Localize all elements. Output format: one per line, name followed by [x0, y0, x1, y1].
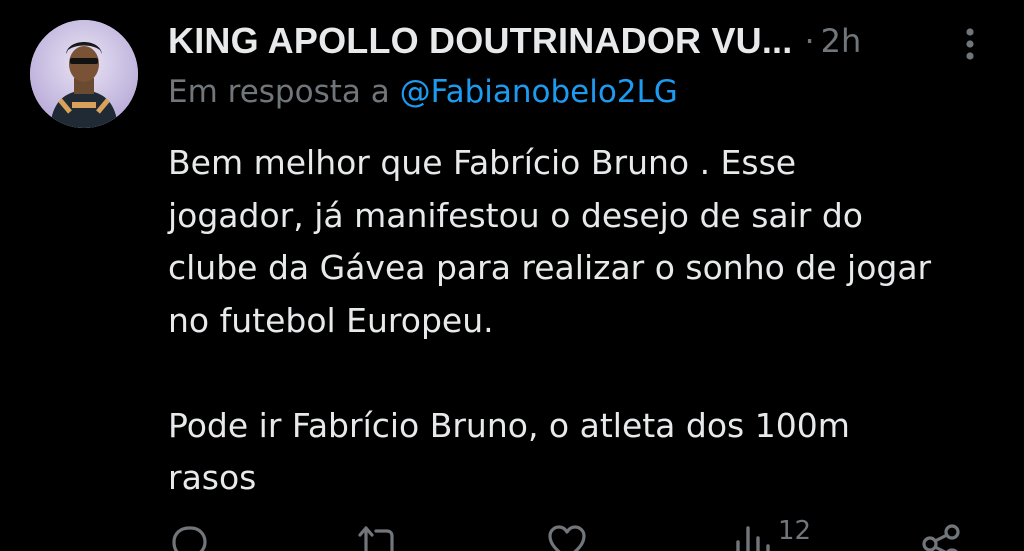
avatar[interactable] [30, 20, 138, 128]
post-header: KING APOLLO DOUTRINADOR VU... · 2h [168, 18, 861, 64]
reply-icon [172, 526, 207, 551]
more-options-button[interactable] [952, 22, 988, 66]
body-line: rasos [168, 458, 257, 497]
like-icon [548, 525, 586, 551]
views-icon [736, 526, 770, 551]
body-line: clube da Gávea para realizar o sonho de … [168, 248, 932, 287]
reply-button[interactable] [168, 522, 210, 551]
tweet[interactable]: KING APOLLO DOUTRINADOR VU... · 2h Em re… [0, 0, 1024, 551]
share-icon [922, 524, 960, 551]
body-line: Bem melhor que Fabrício Bruno . Esse [168, 143, 797, 182]
separator-dot: · [804, 22, 815, 60]
more-vertical-icon [966, 28, 974, 60]
body-line: no futebol Europeu. [168, 300, 494, 340]
body-line: Pode ir Fabrício Bruno, o atleta dos 100… [168, 405, 850, 445]
post-time[interactable]: 2h [821, 22, 862, 60]
display-name[interactable]: KING APOLLO DOUTRINADOR VU... [168, 20, 792, 62]
like-button[interactable] [546, 522, 588, 551]
views-count: 12 [778, 516, 812, 546]
share-button[interactable] [920, 522, 962, 551]
post-body: Bem melhor que Fabrício Bruno . Esse jog… [168, 137, 998, 505]
body-line: jogador, já manifestou o desejo de sair … [168, 195, 863, 235]
repost-button[interactable] [356, 522, 402, 551]
views-button[interactable]: 12 [730, 516, 811, 551]
reply-handle-link[interactable]: @Fabianobelo2LG [400, 74, 678, 110]
reply-prefix: Em resposta a [168, 74, 390, 110]
repost-icon [358, 526, 394, 551]
reply-context: Em resposta a @Fabianobelo2LG [168, 74, 678, 110]
action-bar: 12 [168, 516, 968, 551]
